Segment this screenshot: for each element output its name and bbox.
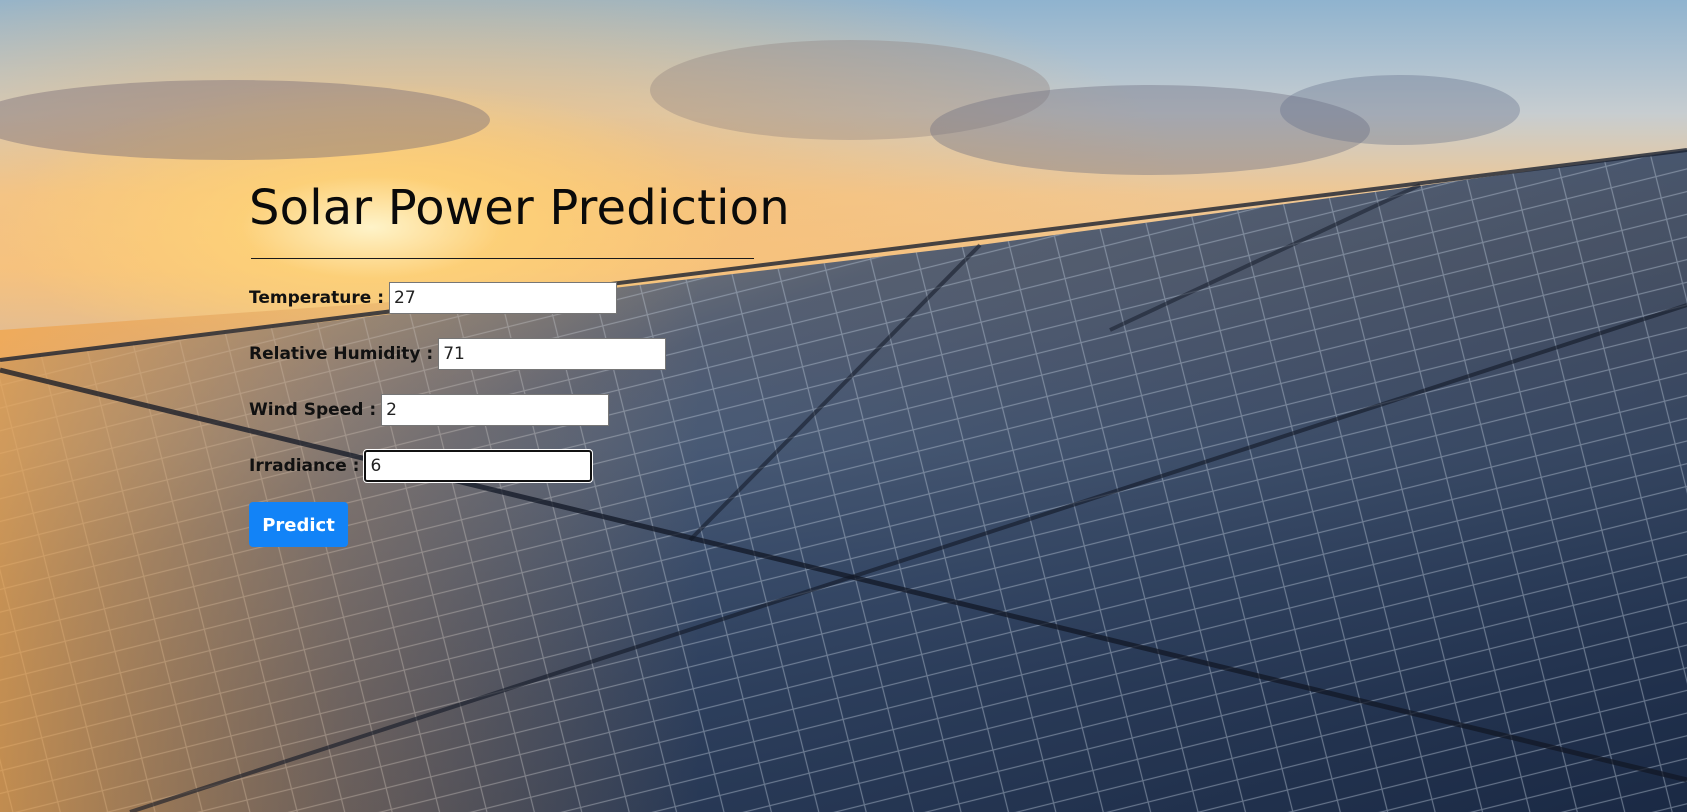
relative-humidity-label: Relative Humidity :	[249, 344, 434, 364]
predict-button[interactable]: Predict	[249, 502, 348, 547]
wind-speed-input[interactable]	[381, 394, 610, 426]
temperature-input[interactable]	[389, 282, 617, 314]
title-divider	[251, 258, 754, 259]
relative-humidity-input[interactable]	[438, 338, 667, 370]
irradiance-row: Irradiance :	[249, 448, 790, 484]
wind-speed-label: Wind Speed :	[249, 400, 377, 420]
humidity-row: Relative Humidity :	[249, 336, 790, 372]
wind-speed-row: Wind Speed :	[249, 392, 790, 428]
prediction-container: Solar Power Prediction Temperature : Rel…	[249, 180, 790, 547]
irradiance-input[interactable]	[363, 449, 594, 483]
prediction-form: Temperature : Relative Humidity : Wind S…	[249, 280, 790, 547]
temperature-row: Temperature :	[249, 280, 790, 316]
temperature-label: Temperature :	[249, 288, 384, 308]
irradiance-label: Irradiance :	[249, 456, 360, 476]
page-title: Solar Power Prediction	[249, 180, 790, 236]
